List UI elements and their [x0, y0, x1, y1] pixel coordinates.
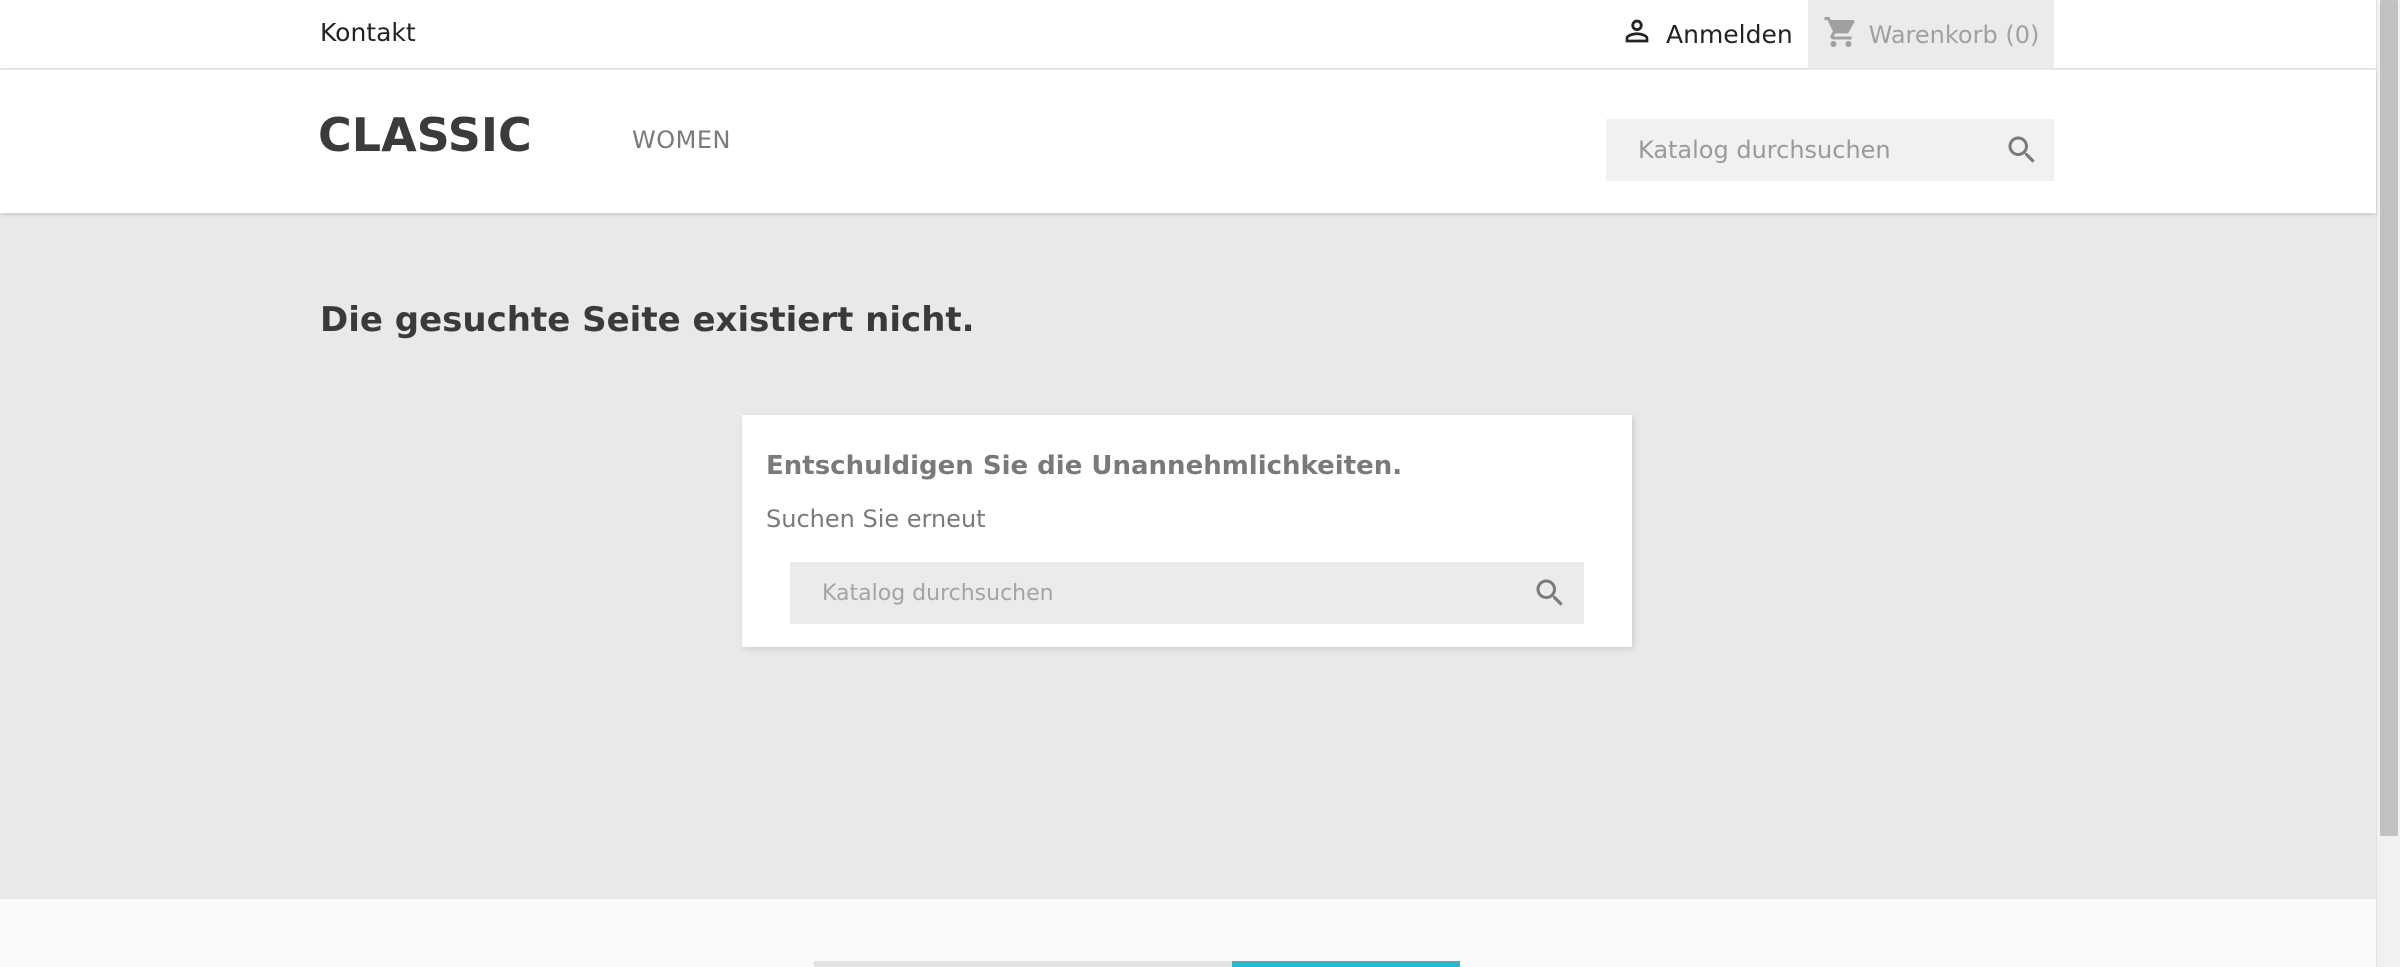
signin-link[interactable]: Anmelden — [1620, 16, 1793, 52]
page-scrollbar[interactable] — [2376, 0, 2400, 967]
site-header: CLASSIC WOMEN — [0, 70, 2376, 213]
footer-divider — [814, 961, 1232, 967]
card-text: Suchen Sie erneut — [766, 505, 986, 533]
header-search-box — [1606, 119, 2054, 181]
card-title: Entschuldigen Sie die Unannehmlichkeiten… — [766, 451, 1403, 481]
cart-button[interactable]: Warenkorb (0) — [1808, 0, 2054, 70]
not-found-card: Entschuldigen Sie die Unannehmlichkeiten… — [742, 415, 1632, 647]
signin-label: Anmelden — [1666, 19, 1793, 49]
cart-label: Warenkorb (0) — [1868, 21, 2040, 49]
footer-accent-bar — [1232, 961, 1460, 967]
site-logo[interactable]: CLASSIC — [318, 108, 532, 162]
page-title: Die gesuchte Seite existiert nicht. — [320, 300, 975, 340]
main-content: Die gesuchte Seite existiert nicht. Ents… — [0, 213, 2376, 899]
search-icon[interactable] — [1532, 575, 1568, 611]
nav-item-women[interactable]: WOMEN — [632, 126, 731, 154]
cart-icon — [1823, 14, 1859, 56]
footer-section — [0, 899, 2376, 967]
card-search-input[interactable] — [790, 562, 1510, 624]
card-search-box — [790, 562, 1584, 624]
contact-link[interactable]: Kontakt — [320, 18, 416, 47]
search-icon[interactable] — [2004, 132, 2040, 168]
scrollbar-thumb[interactable] — [2380, 0, 2398, 836]
header-search-input[interactable] — [1606, 119, 1996, 181]
top-bar: Kontakt Anmelden Warenkorb (0) — [0, 0, 2376, 70]
user-icon — [1620, 14, 1654, 54]
